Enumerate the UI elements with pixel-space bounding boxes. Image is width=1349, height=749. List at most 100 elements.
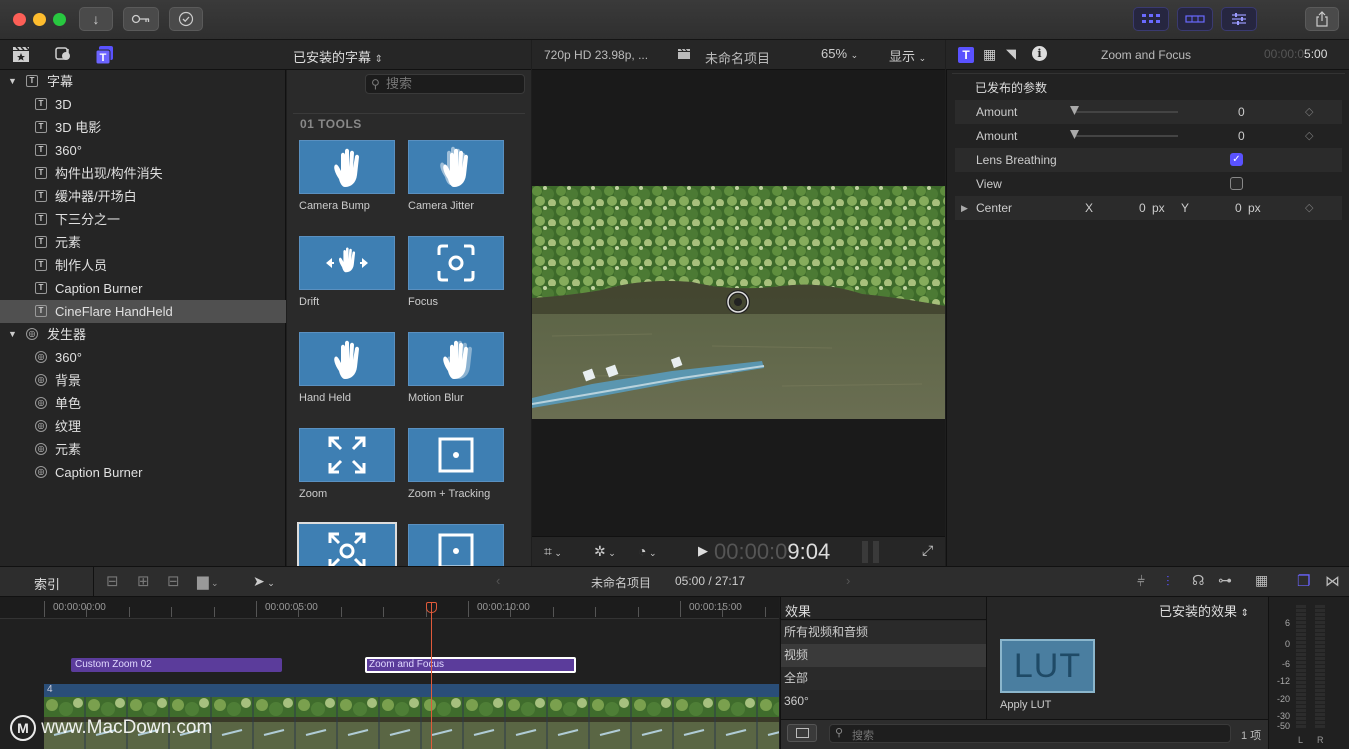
effects-category-item[interactable]: 全部 xyxy=(781,667,986,690)
keyframe-diamond-icon[interactable]: ◇ xyxy=(1305,100,1313,124)
sidebar-item-caption[interactable]: T 下三分之一 xyxy=(0,208,286,231)
format-label[interactable]: 720p HD 23.98p, ... xyxy=(544,48,648,62)
disclosure-triangle-icon[interactable]: ▼ xyxy=(8,70,17,93)
playhead-line[interactable] xyxy=(431,603,432,749)
library-title-menu[interactable]: 已安装的字幕 ⇕ xyxy=(293,47,383,66)
overwrite-clip-menu[interactable]: ▆ ⌄ xyxy=(197,572,219,590)
sidebar-item-caption[interactable]: T 缓冲器/开场白 xyxy=(0,185,286,208)
enhancements-menu[interactable]: ✲ ⌄ xyxy=(594,543,616,560)
snapping-button[interactable]: ⊶ xyxy=(1218,572,1232,589)
sidebar-item-caption[interactable]: T CineFlare HandHeld xyxy=(0,300,286,323)
center-x-value[interactable]: 0 xyxy=(1139,196,1146,220)
effect-tile[interactable] xyxy=(408,236,504,290)
effect-tile[interactable] xyxy=(299,236,395,290)
title-inspector-tab[interactable]: T xyxy=(958,47,974,63)
disclosure-triangle-icon[interactable]: ▶ xyxy=(961,196,968,220)
timeline-ruler[interactable]: 00:00:00:00 00:00:05:00 00:00:10:00 00:0… xyxy=(0,597,779,619)
timeline[interactable]: 00:00:00:00 00:00:05:00 00:00:10:00 00:0… xyxy=(0,597,779,749)
insert-clip-button[interactable]: ⊞ xyxy=(137,572,150,590)
timeline-title-clip-1[interactable]: Custom Zoom 02 xyxy=(71,658,282,672)
photos-audio-button[interactable] xyxy=(52,45,74,65)
param-value[interactable]: 0 xyxy=(1238,100,1245,124)
titles-generators-button[interactable]: T xyxy=(94,45,116,65)
sidebar-item-caption[interactable]: T 3D 电影 xyxy=(0,116,286,139)
minimize-window-button[interactable] xyxy=(33,13,46,26)
inspector-toggle-button[interactable] xyxy=(1221,7,1257,31)
play-button[interactable]: ▶ xyxy=(698,543,708,559)
sidebar-item-caption[interactable]: T 360° xyxy=(0,139,286,162)
amount-slider-track[interactable] xyxy=(1074,111,1178,113)
zoom-window-button[interactable] xyxy=(53,13,66,26)
clip-appearance-button[interactable]: ▦ xyxy=(1255,572,1268,589)
sidebar-item-caption[interactable]: T 构件出现/构件消失 xyxy=(0,162,286,185)
zoom-menu[interactable]: 65% ⌄ xyxy=(821,46,858,61)
playhead-handle[interactable] xyxy=(426,602,437,613)
effects-browser-button[interactable]: ❐ xyxy=(1297,572,1310,590)
effects-category-item[interactable]: 360° xyxy=(781,690,986,713)
keyframe-diamond-icon[interactable]: ◇ xyxy=(1305,196,1313,220)
transitions-browser-button[interactable]: ⋈ xyxy=(1325,572,1340,590)
audio-skimming-button[interactable]: ⫶ xyxy=(1166,573,1170,590)
effect-tile[interactable] xyxy=(408,428,504,482)
display-menu[interactable]: 显示 ⌄ xyxy=(889,46,926,65)
primary-clip-header[interactable]: 4 xyxy=(44,684,779,697)
amount-slider-track[interactable] xyxy=(1074,135,1178,137)
close-window-button[interactable] xyxy=(13,13,26,26)
view-checkbox[interactable] xyxy=(1230,177,1243,190)
effects-search-field[interactable]: ⚲ 搜索 xyxy=(829,724,1231,743)
keyframe-diamond-icon[interactable]: ◇ xyxy=(1305,124,1313,148)
timeline-toggle-button[interactable] xyxy=(1177,7,1213,31)
sidebar-item-caption[interactable]: T 3D xyxy=(0,93,286,116)
sidebar-item-generator[interactable]: ◎ 背景 xyxy=(0,369,286,392)
crop-menu[interactable]: ⌗ ⌄ xyxy=(544,543,562,560)
tool-select-menu[interactable]: ➤ ⌄ xyxy=(253,573,275,590)
effect-tile[interactable] xyxy=(299,332,395,386)
sidebar-toggle-button[interactable] xyxy=(787,724,817,742)
browser-toggle-button[interactable] xyxy=(1133,7,1169,31)
sidebar-item-generator[interactable]: ◎ 单色 xyxy=(0,392,286,415)
video-inspector-tab[interactable]: ▦ xyxy=(983,46,996,63)
history-forward-button[interactable]: › xyxy=(846,573,850,588)
video-frame[interactable] xyxy=(532,186,945,419)
effect-tile[interactable] xyxy=(408,524,504,566)
solo-button[interactable]: ☊ xyxy=(1192,572,1204,589)
disclosure-triangle-icon[interactable]: ▼ xyxy=(8,323,17,346)
retime-menu[interactable]: ◔ ⌄ xyxy=(638,543,657,559)
effect-tile[interactable] xyxy=(408,332,504,386)
share-button[interactable] xyxy=(1305,7,1339,31)
sidebar-item-caption[interactable]: T 元素 xyxy=(0,231,286,254)
browser-search-field[interactable]: ⚲ 搜索 xyxy=(365,74,525,94)
sidebar-item-caption[interactable]: T Caption Burner xyxy=(0,277,286,300)
sidebar-item-generator[interactable]: ◎ 360° xyxy=(0,346,286,369)
fullscreen-button[interactable]: ⤢ xyxy=(922,542,933,559)
background-tasks-button[interactable] xyxy=(169,7,203,31)
sidebar-group-captions[interactable]: ▼ T 字幕 xyxy=(0,70,286,93)
info-inspector-tab[interactable]: i xyxy=(1032,46,1047,61)
timecode-display[interactable]: 00:00:09:04 xyxy=(714,539,830,565)
effect-tile[interactable] xyxy=(297,522,397,566)
sidebar-group-generators[interactable]: ▼ ◎ 发生器 xyxy=(0,323,286,346)
sidebar-item-generator[interactable]: ◎ Caption Burner xyxy=(0,461,286,484)
effects-category-item[interactable]: 所有视频和音频 xyxy=(781,621,986,644)
sidebar-item-generator[interactable]: ◎ 元素 xyxy=(0,438,286,461)
history-back-button[interactable]: ‹ xyxy=(496,573,500,588)
append-clip-button[interactable]: ⊟ xyxy=(167,572,180,590)
effect-tile[interactable] xyxy=(299,140,395,194)
center-y-value[interactable]: 0 xyxy=(1235,196,1242,220)
effects-category-item[interactable]: 视频 xyxy=(781,644,986,667)
connect-clip-button[interactable]: ⊟ xyxy=(106,572,119,590)
import-button[interactable]: ↓ xyxy=(79,7,113,31)
color-inspector-tab[interactable]: ◥ xyxy=(1006,46,1016,62)
skimming-button[interactable]: ⫩ xyxy=(1137,573,1145,590)
libraries-button[interactable] xyxy=(10,45,32,65)
installed-effects-menu[interactable]: 已安装的效果 ⇕ xyxy=(1159,601,1249,620)
apply-lut-thumbnail[interactable]: LUT xyxy=(1000,639,1095,693)
lens-breathing-checkbox[interactable]: ✓ xyxy=(1230,153,1243,166)
sidebar-item-caption[interactable]: T 制作人员 xyxy=(0,254,286,277)
effect-tile[interactable] xyxy=(408,140,504,194)
timeline-title-clip-2[interactable]: Zoom and Focus xyxy=(365,657,576,673)
effect-tile[interactable] xyxy=(299,428,395,482)
param-value[interactable]: 0 xyxy=(1238,124,1245,148)
sidebar-item-generator[interactable]: ◎ 纹理 xyxy=(0,415,286,438)
keywords-button[interactable] xyxy=(123,7,159,31)
